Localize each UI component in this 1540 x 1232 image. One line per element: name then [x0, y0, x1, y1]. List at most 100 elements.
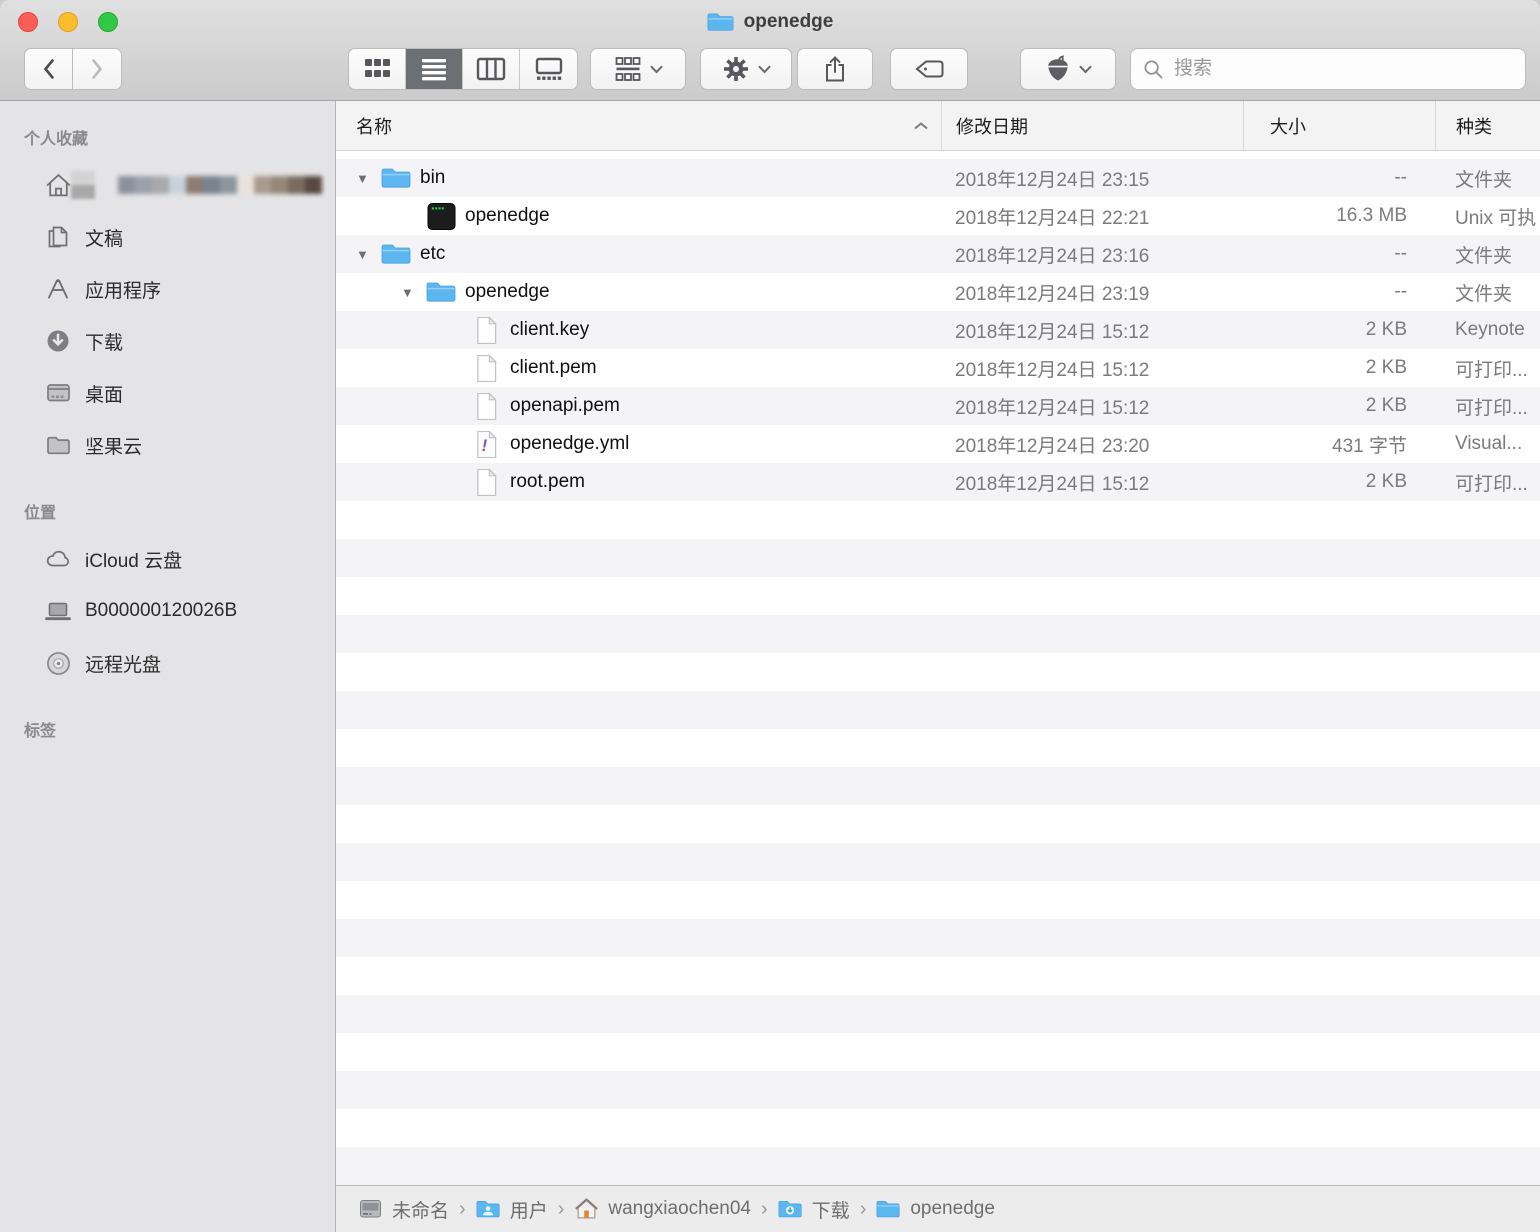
column-header-date[interactable]: 修改日期: [941, 101, 1243, 150]
column-header-name[interactable]: 名称: [336, 101, 941, 150]
folder-icon: [425, 280, 457, 304]
size-cell: 2 KB: [1243, 357, 1435, 379]
disclosure-triangle[interactable]: ▼: [356, 171, 380, 186]
disclosure-triangle[interactable]: ▼: [401, 285, 425, 300]
empty-row: [336, 1033, 1540, 1071]
downloads-folder-icon: [778, 1198, 803, 1220]
applications-icon: [44, 276, 72, 302]
name-cell: ▼ openedge: [336, 280, 941, 304]
back-button[interactable]: [24, 48, 73, 90]
window-title-group: openedge: [707, 11, 834, 33]
list-view-button[interactable]: [406, 49, 463, 89]
breadcrumb-label: wangxiaochen04: [608, 1198, 751, 1220]
empty-row: [336, 615, 1540, 653]
title-bar[interactable]: openedge: [0, 0, 1540, 44]
chevron-down-icon: [650, 65, 663, 74]
action-button[interactable]: [700, 48, 792, 90]
date-modified-cell: 2018年12月24日 15:12: [941, 317, 1243, 344]
empty-row: [336, 691, 1540, 729]
sidebar-item-label: 坚果云: [85, 432, 142, 459]
document-icon: [470, 468, 502, 497]
arrange-icon: [614, 56, 642, 82]
redacted-patch: [71, 171, 95, 199]
sidebar-item-坚果云[interactable]: 坚果云: [0, 419, 335, 471]
file-row-openedge[interactable]: ▼openedge2018年12月24日 23:19--文件夹: [336, 273, 1540, 311]
sidebar-item-B000000120026B[interactable]: B000000120026B: [0, 585, 335, 637]
name-cell: openapi.pem: [336, 392, 941, 421]
file-row-root.pem[interactable]: root.pem2018年12月24日 15:122 KB可打印...: [336, 463, 1540, 501]
close-button[interactable]: [18, 12, 38, 32]
share-icon: [823, 55, 847, 83]
empty-row: [336, 919, 1540, 957]
file-row-bin[interactable]: ▼bin2018年12月24日 23:15--文件夹: [336, 159, 1540, 197]
gallery-view-button[interactable]: [520, 49, 577, 89]
breadcrumb-item-openedge[interactable]: openedge: [876, 1198, 995, 1220]
nutstore-button[interactable]: [1020, 48, 1116, 90]
sidebar-item-应用程序[interactable]: 应用程序: [0, 263, 335, 315]
sidebar-item-文稿[interactable]: 文稿: [0, 211, 335, 263]
breadcrumb-item-未命名[interactable]: 未命名: [358, 1196, 449, 1223]
date-modified-cell: 2018年12月24日 22:21: [941, 203, 1243, 230]
date-modified-cell: 2018年12月24日 23:20: [941, 431, 1243, 458]
tag-button[interactable]: [890, 48, 968, 90]
executable-icon: [425, 202, 457, 231]
file-list: ▼bin2018年12月24日 23:15--文件夹openedge2018年1…: [336, 151, 1540, 1185]
file-name: openedge: [465, 281, 550, 303]
forward-button[interactable]: [73, 48, 122, 90]
file-name: root.pem: [510, 471, 585, 493]
list-header: 名称 修改日期 大小 种类: [336, 101, 1540, 151]
breadcrumb-item-下载[interactable]: 下载: [778, 1196, 850, 1223]
view-switcher: [348, 48, 578, 90]
kind-cell: 可打印...: [1435, 393, 1540, 420]
arrange-button[interactable]: [590, 48, 686, 90]
sidebar-item-下载[interactable]: 下载: [0, 315, 335, 367]
kind-cell: 文件夹: [1435, 241, 1540, 268]
breadcrumb-item-用户[interactable]: 用户: [476, 1196, 548, 1223]
column-header-size[interactable]: 大小: [1243, 101, 1435, 150]
fullscreen-button[interactable]: [98, 12, 118, 32]
file-row-openedge.yml[interactable]: !openedge.yml2018年12月24日 23:20431 字节Visu…: [336, 425, 1540, 463]
empty-row: [336, 767, 1540, 805]
file-row-openapi.pem[interactable]: openapi.pem2018年12月24日 15:122 KB可打印...: [336, 387, 1540, 425]
downloads-icon: [44, 328, 72, 354]
file-row-client.key[interactable]: client.key2018年12月24日 15:122 KBKeynote: [336, 311, 1540, 349]
column-view-button[interactable]: [463, 49, 520, 89]
kind-cell: 可打印...: [1435, 469, 1540, 496]
breadcrumb-label: openedge: [910, 1198, 995, 1220]
size-cell: 2 KB: [1243, 319, 1435, 341]
search-input[interactable]: [1172, 57, 1513, 81]
name-cell: client.key: [336, 316, 941, 345]
tag-icon: [914, 58, 944, 80]
file-name: client.key: [510, 319, 589, 341]
minimize-button[interactable]: [58, 12, 78, 32]
file-list-pane: 名称 修改日期 大小 种类 ▼bin2018年12月24日 23:15--文件夹…: [336, 101, 1540, 1232]
disclosure-triangle[interactable]: ▼: [356, 247, 380, 262]
file-row-openedge[interactable]: openedge2018年12月24日 22:2116.3 MBUnix 可执: [336, 197, 1540, 235]
empty-row: [336, 1071, 1540, 1109]
search-field[interactable]: [1130, 48, 1526, 90]
search-icon: [1143, 59, 1164, 80]
file-row-client.pem[interactable]: client.pem2018年12月24日 15:122 KB可打印...: [336, 349, 1540, 387]
breadcrumb-label: 用户: [510, 1196, 548, 1223]
icon-view-button[interactable]: [349, 49, 406, 89]
folder-proxy-icon[interactable]: [707, 11, 734, 33]
sidebar-section-label: 个人收藏: [0, 125, 335, 159]
folder-icon: [380, 242, 412, 266]
share-button[interactable]: [797, 48, 873, 90]
sidebar-item-桌面[interactable]: 桌面: [0, 367, 335, 419]
users-folder-icon: [476, 1198, 501, 1220]
breadcrumb-item-wangxiaochen04[interactable]: wangxiaochen04: [574, 1197, 751, 1222]
sidebar-item-iCloud 云盘[interactable]: iCloud 云盘: [0, 533, 335, 585]
column-header-kind[interactable]: 种类: [1435, 101, 1540, 150]
sidebar-item-label: B000000120026B: [85, 600, 237, 622]
sidebar-section-label: 位置: [0, 499, 335, 533]
size-cell: --: [1243, 243, 1435, 265]
size-cell: 16.3 MB: [1243, 205, 1435, 227]
file-row-etc[interactable]: ▼etc2018年12月24日 23:16--文件夹: [336, 235, 1540, 273]
sidebar-item-user-home[interactable]: [0, 159, 335, 211]
name-cell: root.pem: [336, 468, 941, 497]
traffic-lights: [18, 0, 118, 44]
empty-row: [336, 1109, 1540, 1147]
empty-row: [336, 805, 1540, 843]
sidebar-item-远程光盘[interactable]: 远程光盘: [0, 637, 335, 689]
